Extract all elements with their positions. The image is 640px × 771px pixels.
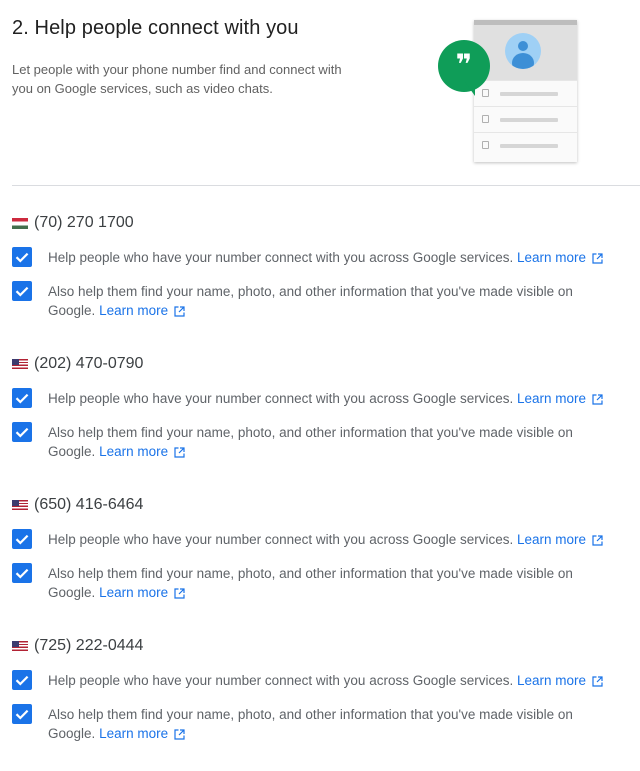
home-icon bbox=[482, 115, 489, 123]
external-link-icon bbox=[592, 253, 603, 264]
phone-section: (725) 222-0444 Help people who have your… bbox=[0, 636, 640, 771]
connect-option-label: Help people who have your number connect… bbox=[48, 250, 514, 265]
phone-section: (202) 470-0790 Help people who have your… bbox=[0, 354, 640, 489]
work-row-illustration bbox=[474, 132, 577, 158]
learn-more-link[interactable]: Learn more bbox=[99, 726, 185, 741]
phone-number: (202) 470-0790 bbox=[34, 355, 144, 372]
phone-number: (725) 222-0444 bbox=[34, 637, 144, 654]
learn-more-link[interactable]: Learn more bbox=[99, 303, 185, 318]
learn-more-link[interactable]: Learn more bbox=[99, 444, 185, 459]
external-link-icon bbox=[592, 676, 603, 687]
quote-glyph: ❞ bbox=[455, 48, 473, 81]
hungary-flag-icon bbox=[12, 217, 28, 229]
learn-more-link[interactable]: Learn more bbox=[517, 673, 603, 688]
learn-more-link[interactable]: Learn more bbox=[517, 391, 603, 406]
connect-settings-page: 2. Help people connect with you Let peop… bbox=[0, 0, 640, 767]
connect-option: Help people who have your number connect… bbox=[48, 248, 623, 267]
home-row-illustration bbox=[474, 106, 577, 132]
phone-section: (650) 416-6464 Help people who have your… bbox=[0, 495, 640, 630]
phone-number-row: (725) 222-0444 bbox=[12, 636, 143, 656]
us-flag-icon bbox=[12, 499, 28, 511]
hangouts-illustration: ❞ bbox=[438, 18, 583, 168]
visible-info-option: Also help them find your name, photo, an… bbox=[48, 705, 623, 743]
learn-more-link[interactable]: Learn more bbox=[99, 585, 185, 600]
connect-checkbox[interactable] bbox=[12, 529, 32, 549]
phone-row-illustration bbox=[474, 80, 577, 106]
avatar-icon bbox=[505, 33, 541, 69]
phone-section: (70) 270 1700 Help people who have your … bbox=[0, 213, 640, 348]
connect-option-label: Help people who have your number connect… bbox=[48, 391, 514, 406]
external-link-icon bbox=[174, 729, 185, 740]
connect-option-label: Help people who have your number connect… bbox=[48, 532, 514, 547]
phone-number-row: (202) 470-0790 bbox=[12, 354, 143, 374]
us-flag-icon bbox=[12, 358, 28, 370]
section-title: 2. Help people connect with you bbox=[12, 17, 299, 39]
connect-checkbox[interactable] bbox=[12, 388, 32, 408]
external-link-icon bbox=[592, 394, 603, 405]
divider bbox=[12, 185, 640, 186]
external-link-icon bbox=[592, 535, 603, 546]
learn-more-link[interactable]: Learn more bbox=[517, 532, 603, 547]
visible-info-option: Also help them find your name, photo, an… bbox=[48, 423, 623, 461]
connect-checkbox[interactable] bbox=[12, 247, 32, 267]
external-link-icon bbox=[174, 588, 185, 599]
phone-number: (650) 416-6464 bbox=[34, 496, 144, 513]
connect-option: Help people who have your number connect… bbox=[48, 530, 623, 549]
visible-info-checkbox[interactable] bbox=[12, 422, 32, 442]
visible-info-option: Also help them find your name, photo, an… bbox=[48, 282, 623, 320]
us-flag-icon bbox=[12, 640, 28, 652]
visible-info-checkbox[interactable] bbox=[12, 704, 32, 724]
connect-option: Help people who have your number connect… bbox=[48, 671, 623, 690]
section-description: Let people with your phone number find a… bbox=[12, 62, 342, 96]
connect-option: Help people who have your number connect… bbox=[48, 389, 623, 408]
visible-info-option: Also help them find your name, photo, an… bbox=[48, 564, 623, 602]
visible-info-checkbox[interactable] bbox=[12, 563, 32, 583]
phone-number-row: (70) 270 1700 bbox=[12, 213, 134, 233]
learn-more-link[interactable]: Learn more bbox=[517, 250, 603, 265]
external-link-icon bbox=[174, 306, 185, 317]
phone-number-row: (650) 416-6464 bbox=[12, 495, 143, 515]
visible-info-checkbox[interactable] bbox=[12, 281, 32, 301]
briefcase-icon bbox=[482, 141, 489, 149]
phone-icon bbox=[482, 89, 489, 97]
phone-number: (70) 270 1700 bbox=[34, 214, 134, 231]
external-link-icon bbox=[174, 447, 185, 458]
connect-checkbox[interactable] bbox=[12, 670, 32, 690]
connect-option-label: Help people who have your number connect… bbox=[48, 673, 514, 688]
